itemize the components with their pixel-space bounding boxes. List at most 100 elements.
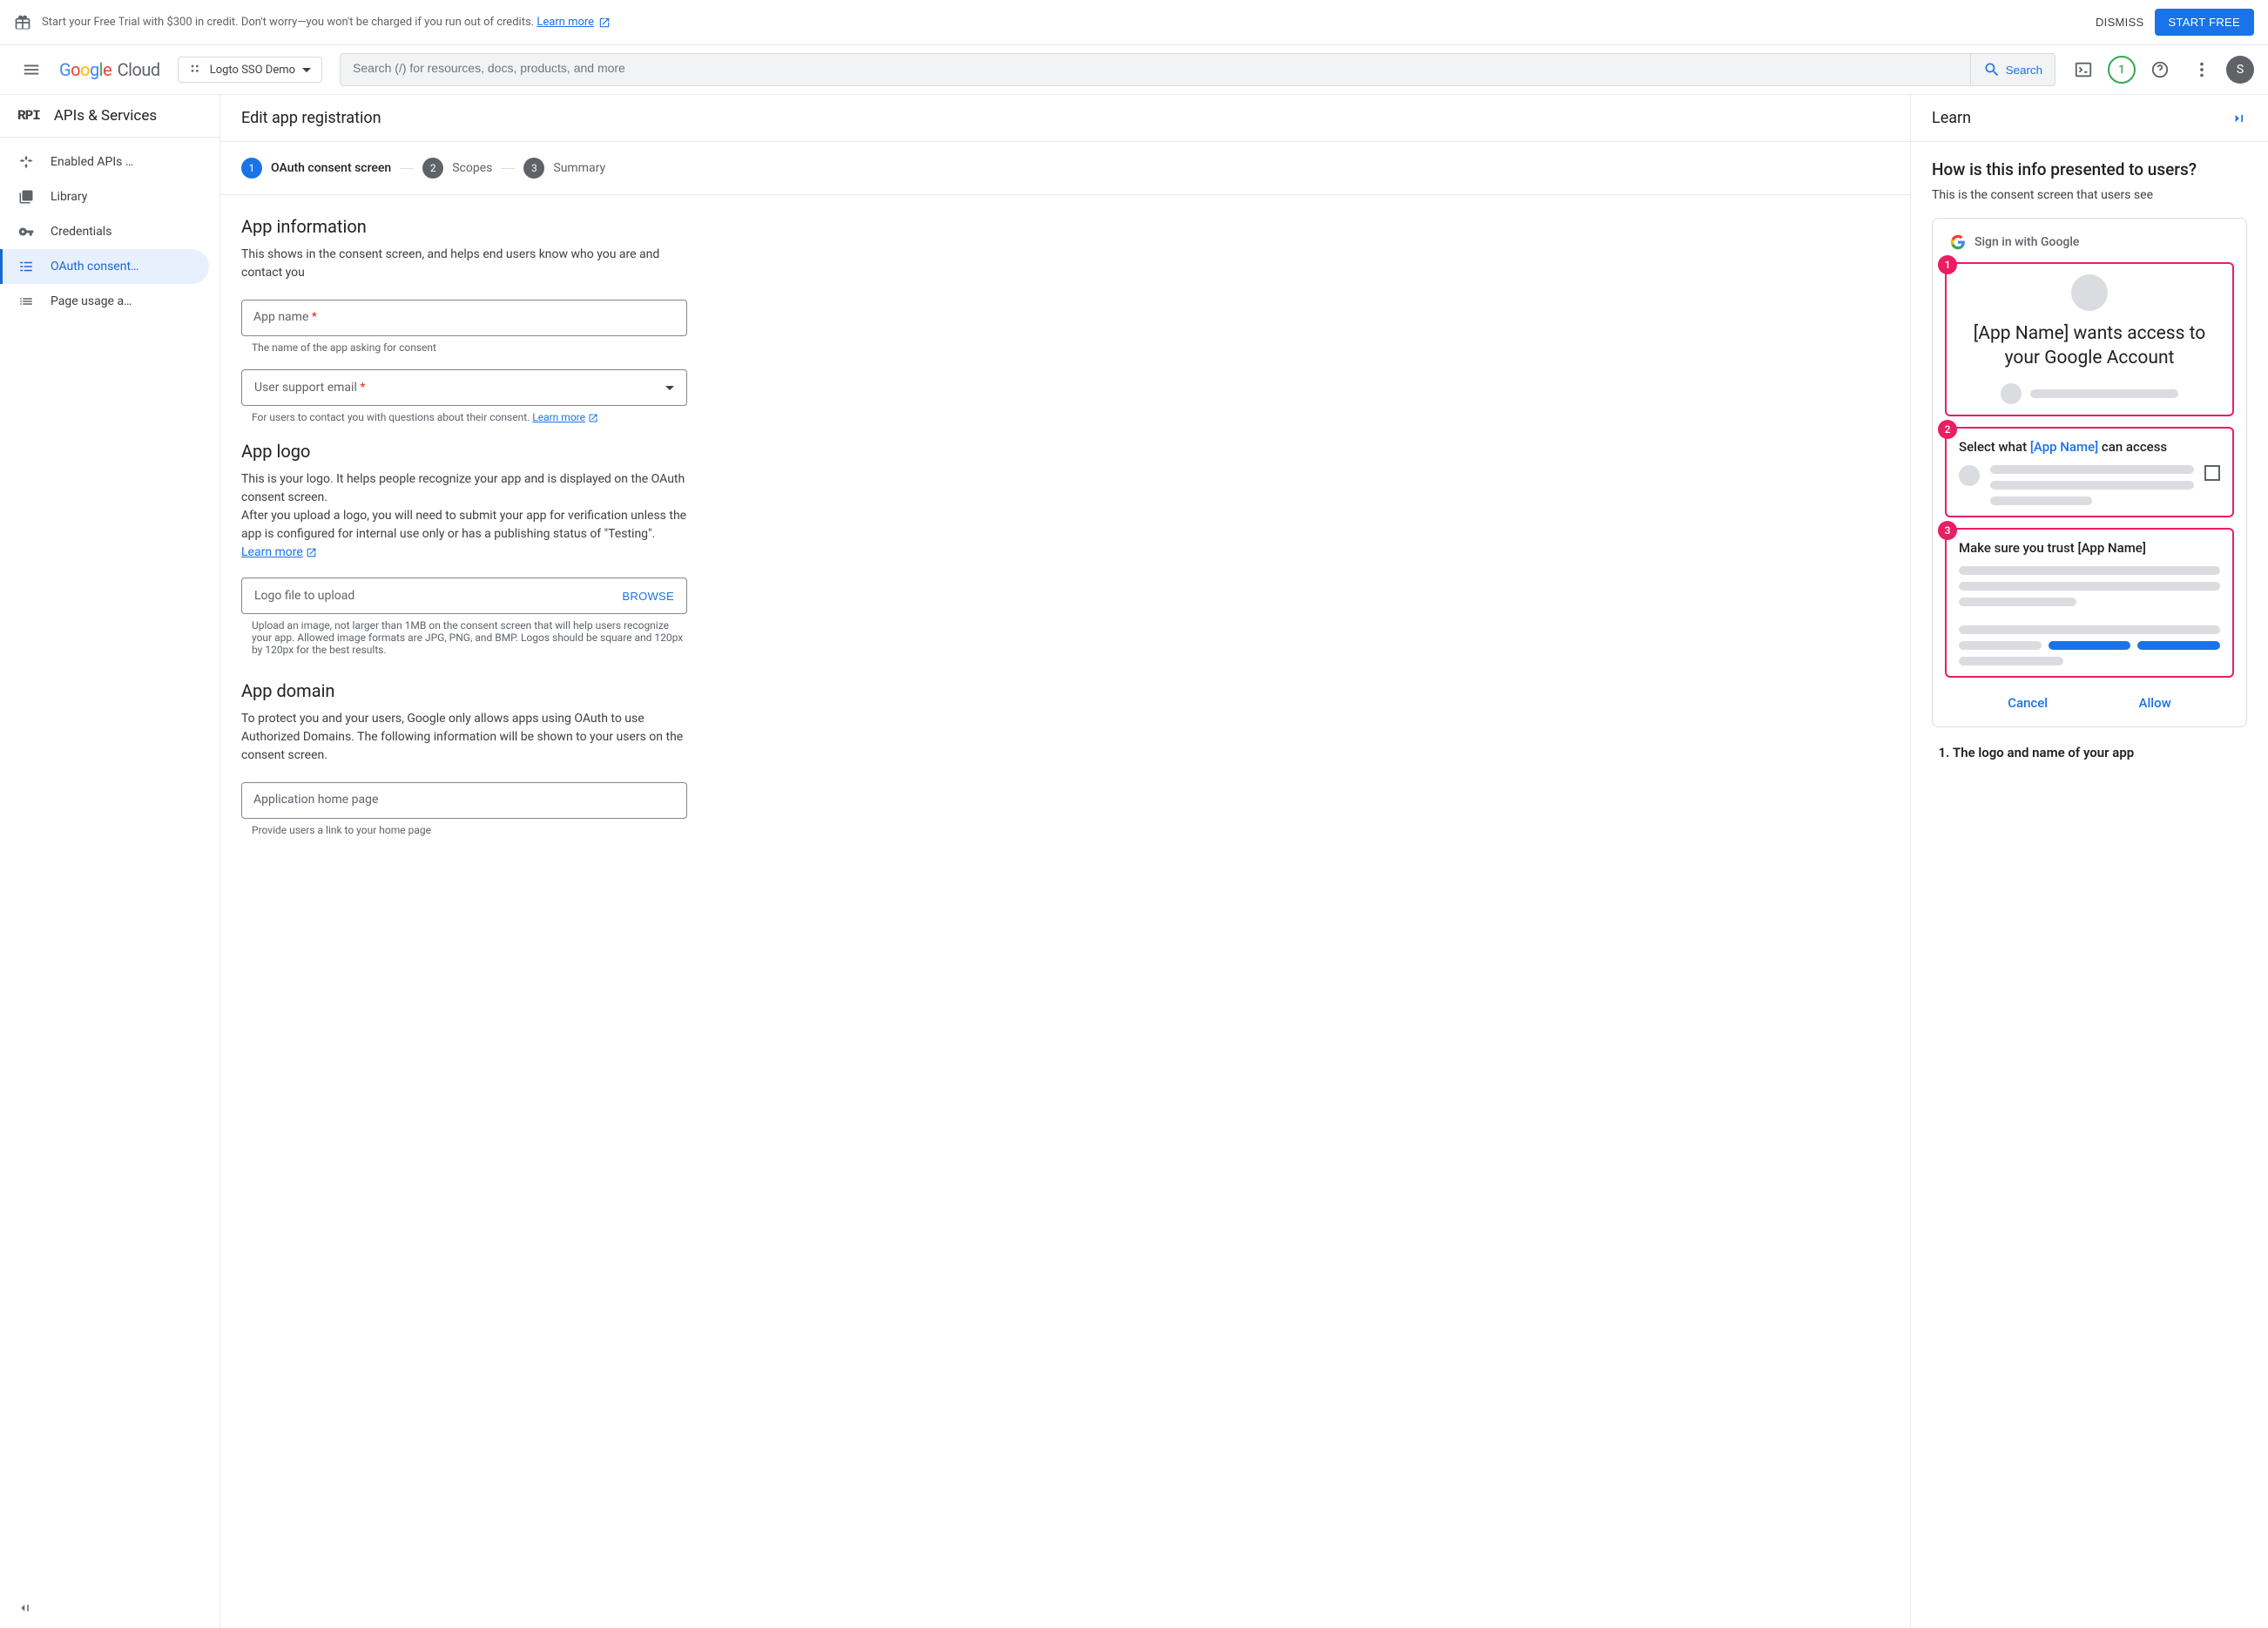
preview-badge-1: 1 — [1938, 255, 1957, 274]
home-page-input[interactable] — [241, 782, 687, 819]
help-icon — [2150, 60, 2170, 79]
helper-text: The name of the app asking for consent — [252, 341, 687, 354]
project-name: Logto SSO Demo — [210, 64, 295, 77]
learn-more-link[interactable]: Learn more — [241, 545, 303, 559]
promo-learn-more-link[interactable]: Learn more — [537, 16, 594, 29]
form-header: Edit app registration — [220, 95, 1910, 142]
field-home-page: Application home page — [241, 782, 687, 819]
step-summary[interactable]: 3 Summary — [523, 158, 605, 179]
external-link-icon — [588, 413, 598, 423]
logo-upload-field: Logo file to upload BROWSE — [241, 578, 687, 614]
browse-button[interactable]: BROWSE — [622, 590, 674, 603]
scope-lines — [1990, 465, 2194, 505]
form-panel: Edit app registration 1 OAuth consent sc… — [220, 95, 1911, 1628]
nav-library[interactable]: Library — [0, 179, 219, 214]
section-heading-app-logo: App logo — [241, 441, 687, 462]
upload-label: Logo file to upload — [254, 589, 354, 603]
preview-cancel: Cancel — [2008, 695, 2048, 711]
nav-oauth-consent[interactable]: OAuth consent… — [0, 249, 209, 284]
key-icon — [17, 223, 35, 240]
promo-actions: DISMISS START FREE — [2096, 9, 2254, 36]
learn-panel: Learn How is this info presented to user… — [1911, 95, 2268, 1628]
step-scopes[interactable]: 2 Scopes — [422, 158, 492, 179]
preview-badge-2: 2 — [1938, 420, 1957, 439]
search-icon — [1983, 61, 2001, 78]
dismiss-button[interactable]: DISMISS — [2096, 16, 2144, 29]
header-icons: 1 S — [2066, 52, 2254, 87]
collapse-learn-button[interactable] — [2230, 110, 2247, 127]
main-content: Edit app registration 1 OAuth consent sc… — [220, 95, 2268, 1628]
chevron-down-icon — [665, 386, 674, 390]
external-link-icon — [598, 17, 611, 29]
project-icon — [189, 63, 203, 77]
signin-row: Sign in with Google — [1945, 231, 2234, 262]
skeleton-line — [1959, 625, 2220, 634]
usage-icon — [17, 293, 35, 310]
help-button[interactable] — [2143, 52, 2177, 87]
sidebar-nav: Enabled APIs … Library Credentials OAuth… — [0, 138, 219, 1591]
learn-subtitle: This is the consent screen that users se… — [1932, 188, 2247, 202]
support-email-select[interactable]: User support email * — [241, 369, 687, 406]
google-g-icon — [1950, 234, 1966, 250]
step-separator — [501, 168, 515, 169]
collapse-icon — [17, 1600, 33, 1616]
nav-enabled-apis[interactable]: Enabled APIs … — [0, 145, 219, 179]
learn-more-link[interactable]: Learn more — [532, 411, 585, 423]
section-heading-app-info: App information — [241, 216, 687, 237]
dashboard-icon — [17, 153, 35, 171]
sidebar-title: APIs & Services — [54, 107, 157, 125]
library-icon — [17, 188, 35, 206]
preview-buttons: Cancel Allow — [1945, 688, 2234, 714]
skeleton-line — [2030, 389, 2178, 398]
scope-row — [1959, 465, 2220, 505]
cloud-shell-button[interactable] — [2066, 52, 2101, 87]
consent-preview: Sign in with Google 1 [App Name] wants a… — [1932, 218, 2247, 727]
hamburger-menu-button[interactable] — [14, 52, 49, 87]
project-selector[interactable]: Logto SSO Demo — [178, 57, 322, 83]
search-input-wrap — [340, 53, 1971, 86]
skeleton-line — [1990, 497, 2092, 505]
preview-section-title: Select what [App Name] can access — [1959, 439, 2220, 455]
field-app-name: App name * — [241, 300, 687, 336]
search-container: Search — [340, 53, 2055, 86]
search-input[interactable] — [353, 61, 1958, 75]
trial-credits-badge[interactable]: 1 — [2108, 56, 2136, 84]
learn-list: The logo and name of your app — [1932, 745, 2247, 760]
sidebar-collapse[interactable] — [0, 1591, 219, 1628]
learn-body: How is this info presented to users? Thi… — [1911, 142, 2268, 778]
field-label: User support email * — [254, 381, 365, 395]
sidebar: RPI APIs & Services Enabled APIs … Libra… — [0, 95, 220, 1628]
learn-header: Learn — [1911, 95, 2268, 142]
skeleton-pill — [2137, 641, 2220, 650]
user-avatar[interactable]: S — [2226, 56, 2254, 84]
chevron-right-collapse-icon — [2230, 110, 2247, 127]
skeleton-line — [1959, 657, 2063, 665]
menu-icon — [22, 60, 41, 79]
preview-section-3: 3 Make sure you trust [App Name] — [1945, 528, 2234, 678]
search-button[interactable]: Search — [1971, 53, 2055, 86]
skeleton-line — [1959, 582, 2220, 591]
google-cloud-logo[interactable]: Google Cloud — [59, 59, 160, 80]
learn-heading: How is this info presented to users? — [1932, 159, 2247, 179]
consent-icon — [17, 258, 35, 275]
avatar-placeholder — [1959, 465, 1980, 486]
body-container: RPI APIs & Services Enabled APIs … Libra… — [0, 95, 2268, 1628]
section-desc: To protect you and your users, Google on… — [241, 710, 687, 765]
step-oauth-consent[interactable]: 1 OAuth consent screen — [241, 158, 391, 179]
nav-label: Page usage a… — [51, 294, 132, 308]
app-name-input[interactable] — [241, 300, 687, 336]
checkbox-placeholder — [2204, 465, 2220, 481]
skeleton-line — [1990, 465, 2194, 474]
nav-label: Library — [51, 190, 87, 204]
helper-text: For users to contact you with questions … — [252, 411, 687, 423]
chevron-down-icon — [302, 68, 311, 72]
nav-page-usage[interactable]: Page usage a… — [0, 284, 219, 319]
start-free-button[interactable]: START FREE — [2155, 9, 2254, 36]
preview-account-row — [1959, 383, 2220, 404]
nav-credentials[interactable]: Credentials — [0, 214, 219, 249]
preview-section-title: Make sure you trust [App Name] — [1959, 540, 2220, 556]
section-desc: This shows in the consent screen, and he… — [241, 246, 687, 282]
more-options-button[interactable] — [2184, 52, 2219, 87]
helper-text: Upload an image, not larger than 1MB on … — [252, 619, 687, 656]
section-heading-app-domain: App domain — [241, 680, 687, 701]
